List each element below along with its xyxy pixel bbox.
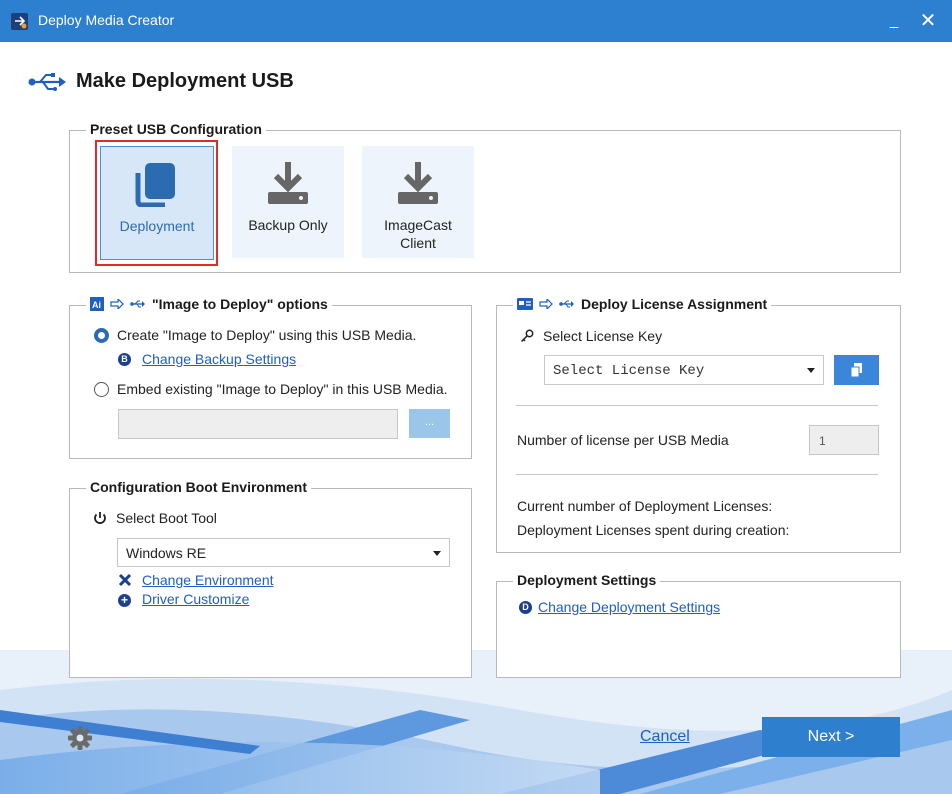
change-environment-link[interactable]: Change Environment <box>142 572 274 588</box>
ai-image-icon: Ai <box>90 297 104 311</box>
boot-tool-select[interactable]: Windows RE <box>117 538 450 567</box>
window-title: Deploy Media Creator <box>38 12 175 28</box>
license-legend: Deploy License Assignment <box>513 296 772 312</box>
image-options-legend: Ai "Image to Deploy" options <box>86 296 332 312</box>
deploy-d-icon: D <box>519 601 532 614</box>
browse-button[interactable]: ... <box>409 409 450 438</box>
close-button[interactable]: ✕ <box>912 6 944 36</box>
preset-tile-label: ImageCast Client <box>384 217 452 251</box>
key-icon <box>520 329 534 343</box>
image-options-legend-text: "Image to Deploy" options <box>152 296 328 312</box>
license-key-select[interactable]: Select License Key <box>544 355 824 385</box>
current-license-label: Current number of Deployment Licenses: <box>517 498 773 514</box>
change-deployment-settings-link[interactable]: Change Deployment Settings <box>538 599 720 615</box>
tools-icon <box>118 573 132 587</box>
preset-tile-backup-only[interactable]: Backup Only <box>232 146 344 258</box>
license-file-button[interactable] <box>834 355 879 385</box>
page-title: Make Deployment USB <box>76 70 294 92</box>
power-icon <box>94 512 106 524</box>
license-count-label: Number of license per USB Media <box>517 432 729 448</box>
app-icon <box>11 13 28 30</box>
title-bar: Deploy Media Creator _ ✕ <box>0 0 952 42</box>
chevron-down-icon <box>433 551 441 556</box>
chevron-down-icon <box>807 368 815 373</box>
license-divider-1 <box>516 405 878 406</box>
usb-icon <box>28 73 66 91</box>
arrow-right-icon <box>110 299 124 309</box>
driver-customize-link[interactable]: Driver Customize <box>142 591 249 607</box>
download-drive-icon <box>398 162 438 204</box>
selection-highlight <box>95 140 218 266</box>
option-create-label[interactable]: Create "Image to Deploy" using this USB … <box>117 327 416 343</box>
svg-text:Ai: Ai <box>92 300 101 310</box>
select-boot-tool-label: Select Boot Tool <box>116 510 217 526</box>
preset-config-legend: Preset USB Configuration <box>86 121 266 137</box>
usb-small-icon <box>559 300 574 308</box>
app-window: Deploy Media Creator _ ✕ Make Deployment… <box>0 0 952 794</box>
radio-create-image[interactable] <box>94 328 109 343</box>
usb-small-icon <box>130 300 145 308</box>
select-license-key-label: Select License Key <box>543 328 663 344</box>
boot-tool-value: Windows RE <box>126 545 207 561</box>
radio-embed-image[interactable] <box>94 382 109 397</box>
option-embed-label[interactable]: Embed existing "Image to Deploy" in this… <box>117 381 448 397</box>
spent-license-label: Deployment Licenses spent during creatio… <box>517 522 790 538</box>
minimize-button[interactable]: _ <box>878 6 910 36</box>
gear-icon[interactable] <box>67 725 93 751</box>
deployment-settings-group: Deployment Settings <box>496 572 901 678</box>
cancel-link[interactable]: Cancel <box>640 728 690 746</box>
preset-tile-imagecast-client[interactable]: ImageCast Client <box>362 146 474 258</box>
download-drive-icon <box>268 162 308 204</box>
file-copy-icon <box>850 363 862 378</box>
license-divider-2 <box>516 474 878 475</box>
next-button[interactable]: Next > <box>762 717 900 757</box>
license-card-icon <box>517 298 533 310</box>
license-count-field[interactable]: 1 <box>809 425 879 455</box>
license-count-value: 1 <box>819 434 826 448</box>
arrow-right-icon <box>539 299 553 309</box>
deployment-settings-legend: Deployment Settings <box>513 572 661 588</box>
license-key-placeholder: Select License Key <box>553 363 705 379</box>
boot-environment-legend: Configuration Boot Environment <box>86 479 311 495</box>
preset-tile-label: Backup Only <box>248 217 328 233</box>
license-legend-text: Deploy License Assignment <box>581 296 768 312</box>
image-path-field[interactable] <box>118 409 398 439</box>
backup-b-icon: B <box>118 353 131 366</box>
plus-circle-icon: + <box>118 594 131 607</box>
change-backup-settings-link[interactable]: Change Backup Settings <box>142 351 296 367</box>
